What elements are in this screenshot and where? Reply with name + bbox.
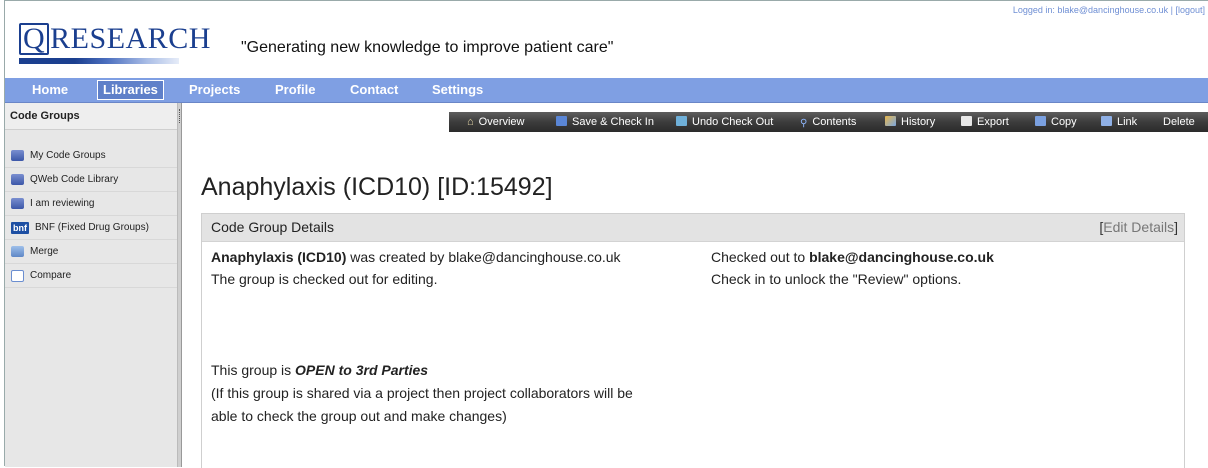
sidebar-item-my-code-groups[interactable]: My Code Groups	[5, 144, 177, 168]
share-note-line-2: able to check the group out and make cha…	[211, 408, 507, 424]
database-icon	[11, 174, 24, 185]
history-button[interactable]: History	[885, 112, 935, 132]
undo-icon	[676, 116, 687, 126]
logo-text: Q RESEARCH	[19, 23, 211, 55]
sidebar-item-merge[interactable]: Merge	[5, 240, 177, 264]
nav-profile[interactable]: Profile	[275, 81, 315, 99]
save-icon	[556, 116, 567, 126]
check-in-note: Check in to unlock the "Review" options.	[711, 271, 962, 287]
splitter-grip[interactable]	[179, 109, 181, 123]
copy-button[interactable]: Copy	[1035, 112, 1077, 132]
link-icon	[1101, 116, 1112, 126]
login-status: Logged in: blake@dancinghouse.co.uk | [l…	[1012, 5, 1205, 15]
delete-button[interactable]: Delete	[1163, 112, 1195, 132]
save-check-in-button[interactable]: Save & Check In	[556, 112, 654, 132]
sidebar-list: My Code Groups QWeb Code Library I am re…	[5, 144, 177, 288]
search-icon: ⚲	[800, 118, 808, 129]
header: Q RESEARCH "Generating new knowledge to i…	[5, 1, 1208, 73]
logo-word: RESEARCH	[50, 22, 211, 55]
nav-libraries[interactable]: Libraries	[97, 80, 164, 100]
sidebar-item-qweb-code-library[interactable]: QWeb Code Library	[5, 168, 177, 192]
checkout-status: The group is checked out for editing.	[211, 271, 438, 287]
compare-icon	[11, 269, 24, 282]
bnf-icon: bnf	[11, 221, 29, 234]
main-nav: Home Libraries Projects Profile Contact …	[5, 78, 1208, 103]
qresearch-logo[interactable]: Q RESEARCH	[19, 23, 211, 64]
sidebar-item-label: I am reviewing	[30, 198, 95, 209]
sidebar-item-compare[interactable]: Compare	[5, 264, 177, 288]
checked-out-to-line: Checked out to blake@dancinghouse.co.uk	[711, 249, 994, 265]
sidebar-item-bnf[interactable]: bnf BNF (Fixed Drug Groups)	[5, 216, 177, 240]
merge-icon	[11, 246, 24, 257]
sidebar-splitter[interactable]	[177, 103, 182, 467]
history-icon	[885, 116, 896, 126]
app-frame: Q RESEARCH "Generating new knowledge to i…	[4, 0, 1208, 468]
sidebar-item-label: Compare	[30, 270, 72, 281]
logo-q: Q	[19, 23, 50, 55]
home-icon: ⌂	[467, 116, 474, 128]
nav-settings[interactable]: Settings	[432, 81, 483, 99]
copy-icon	[1035, 116, 1046, 126]
export-button[interactable]: Export	[961, 112, 1009, 132]
database-icon	[11, 150, 24, 161]
logo-bar	[19, 58, 179, 64]
sidebar-item-label: BNF (Fixed Drug Groups)	[35, 222, 149, 233]
panel-header: Code Group Details [Edit Details]	[202, 214, 1184, 242]
overview-button[interactable]: ⌂ Overview	[467, 112, 525, 132]
open-status-line: This group is OPEN to 3rd Parties	[211, 362, 429, 378]
sidebar-item-i-am-reviewing[interactable]: I am reviewing	[5, 192, 177, 216]
sidebar-item-label: Merge	[30, 246, 59, 257]
nav-projects[interactable]: Projects	[189, 81, 240, 99]
created-by-line: Anaphylaxis (ICD10) was created by blake…	[211, 249, 621, 265]
undo-check-out-button[interactable]: Undo Check Out	[676, 112, 773, 132]
tagline: "Generating new knowledge to improve pat…	[241, 39, 614, 56]
link-button[interactable]: Link	[1101, 112, 1137, 132]
share-note-line-1: (If this group is shared via a project t…	[211, 385, 633, 401]
created-by-text: was created by blake@dancinghouse.co.uk	[346, 249, 621, 265]
group-name: Anaphylaxis (ICD10)	[211, 249, 347, 265]
logout-link[interactable]: [logout]	[1175, 5, 1205, 15]
sidebar-item-label: My Code Groups	[30, 150, 106, 161]
panel-heading: Code Group Details	[211, 219, 334, 235]
sidebar: Code Groups My Code Groups QWeb Code Lib…	[5, 103, 178, 467]
code-group-details-panel: Code Group Details [Edit Details] Anaphy…	[201, 213, 1185, 468]
logged-in-user: Logged in: blake@dancinghouse.co.uk	[1012, 5, 1169, 15]
export-icon	[961, 116, 972, 126]
nav-home[interactable]: Home	[32, 81, 68, 99]
sidebar-item-label: QWeb Code Library	[30, 174, 119, 185]
edit-details-link[interactable]: [Edit Details]	[1099, 214, 1178, 241]
checked-out-user: blake@dancinghouse.co.uk	[809, 249, 994, 265]
page-title: Anaphylaxis (ICD10) [ID:15492]	[201, 173, 553, 201]
toolbar: ⌂ Overview Save & Check In Undo Check Out…	[449, 112, 1208, 132]
nav-contact[interactable]: Contact	[350, 81, 398, 99]
contents-button[interactable]: ⚲ Contents	[800, 112, 856, 132]
sidebar-title: Code Groups	[5, 103, 177, 130]
open-status: OPEN to 3rd Parties	[295, 362, 429, 378]
database-icon	[11, 198, 24, 209]
